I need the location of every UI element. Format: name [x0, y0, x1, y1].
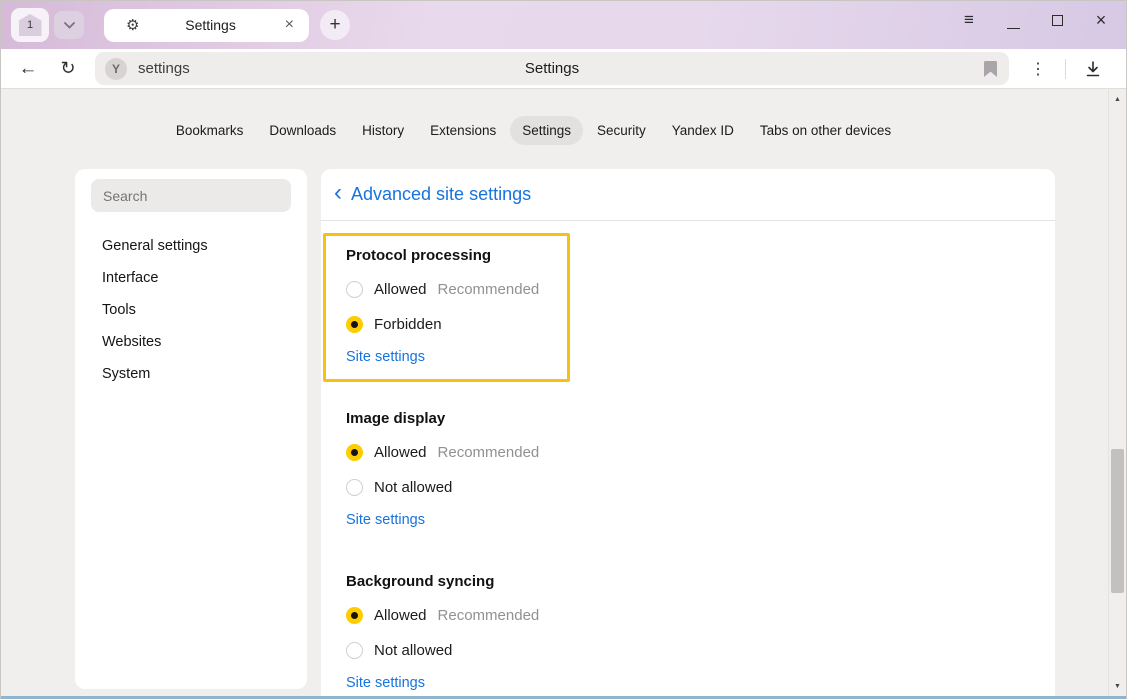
- section-background-syncing: Background syncing Allowed Recommended N…: [346, 573, 1055, 692]
- browser-menu-icon[interactable]: ≡: [960, 11, 978, 29]
- browser-tab-settings[interactable]: ⚙ Settings ×: [104, 9, 309, 42]
- close-window-icon[interactable]: ×: [1092, 11, 1110, 29]
- nav-tab-tabs-on-other-devices[interactable]: Tabs on other devices: [748, 116, 903, 145]
- radio-option-allowed[interactable]: Allowed Recommended: [346, 279, 553, 299]
- tab-count-label: 1: [27, 19, 33, 31]
- tab-count-shield-icon: 1: [19, 14, 42, 36]
- radio-forbidden-selected[interactable]: [346, 316, 363, 333]
- nav-tab-downloads[interactable]: Downloads: [257, 116, 348, 145]
- radio-option-label: Allowed: [374, 281, 427, 298]
- radio-option-not-allowed[interactable]: Not allowed: [346, 640, 1055, 660]
- recommended-badge: Recommended: [438, 281, 540, 298]
- settings-sections: Protocol processing Allowed Recommended …: [321, 221, 1055, 692]
- radio-allowed[interactable]: [346, 281, 363, 298]
- section-title: Background syncing: [346, 573, 1055, 590]
- scrollbar-thumb[interactable]: [1111, 449, 1124, 593]
- address-bar[interactable]: Y settings Settings: [95, 52, 1009, 85]
- radio-option-allowed[interactable]: Allowed Recommended: [346, 442, 1055, 462]
- section-title: Image display: [346, 410, 1055, 427]
- gear-icon: ⚙: [126, 16, 139, 34]
- radio-allowed-selected[interactable]: [346, 607, 363, 624]
- toolbar: ← ↻ Y settings Settings ⋮: [1, 49, 1126, 89]
- section-image-display: Image display Allowed Recommended Not al…: [346, 410, 1055, 529]
- radio-option-allowed[interactable]: Allowed Recommended: [346, 605, 1055, 625]
- sidebar-items: General settingsInterfaceToolsWebsitesSy…: [75, 230, 307, 390]
- url-text: settings: [138, 60, 190, 77]
- radio-not-allowed[interactable]: [346, 642, 363, 659]
- tab-close-icon[interactable]: ×: [282, 16, 297, 34]
- download-icon[interactable]: [1078, 54, 1108, 84]
- nav-tab-extensions[interactable]: Extensions: [418, 116, 508, 145]
- new-tab-button[interactable]: +: [320, 10, 350, 40]
- settings-page: BookmarksDownloadsHistoryExtensionsSetti…: [1, 90, 1126, 699]
- nav-tab-settings[interactable]: Settings: [510, 116, 583, 145]
- radio-option-forbidden[interactable]: Forbidden: [346, 314, 553, 334]
- nav-tab-bookmarks[interactable]: Bookmarks: [164, 116, 256, 145]
- tab-title: Settings: [139, 17, 281, 33]
- radio-option-not-allowed[interactable]: Not allowed: [346, 477, 1055, 497]
- settings-nav-tabs: BookmarksDownloadsHistoryExtensionsSetti…: [1, 116, 1066, 145]
- maximize-icon[interactable]: [1048, 11, 1066, 29]
- vertical-scrollbar[interactable]: ▲ ▼: [1108, 90, 1126, 696]
- minimize-icon[interactable]: [1004, 11, 1022, 29]
- recommended-badge: Recommended: [438, 444, 540, 461]
- window-controls: ≡ ×: [960, 9, 1110, 31]
- option-rows: Allowed Recommended Not allowed: [346, 442, 1055, 497]
- radio-option-label: Forbidden: [374, 316, 442, 333]
- sidebar-item-interface[interactable]: Interface: [75, 262, 307, 294]
- nav-tab-history[interactable]: History: [350, 116, 416, 145]
- nav-tab-security[interactable]: Security: [585, 116, 658, 145]
- site-settings-link[interactable]: Site settings: [346, 349, 425, 365]
- scroll-down-icon[interactable]: ▼: [1109, 683, 1126, 690]
- protect-badge-icon[interactable]: Y: [105, 58, 127, 80]
- browser-window: 1 ⚙ Settings × + ≡ × ← ↻ Y settings: [0, 0, 1127, 699]
- reload-icon[interactable]: ↻: [53, 54, 83, 84]
- recommended-badge: Recommended: [438, 607, 540, 624]
- radio-option-label: Allowed: [374, 444, 427, 461]
- radio-option-label: Not allowed: [374, 642, 452, 659]
- toolbar-divider: [1065, 59, 1066, 79]
- back-icon[interactable]: ←: [13, 54, 43, 84]
- scroll-up-icon[interactable]: ▲: [1109, 96, 1126, 103]
- section-title: Protocol processing: [346, 247, 553, 264]
- plus-icon: +: [329, 14, 340, 36]
- advanced-settings-header[interactable]: ‹ Advanced site settings: [321, 169, 1055, 221]
- sidebar-item-general-settings[interactable]: General settings: [75, 230, 307, 262]
- settings-sidebar: General settingsInterfaceToolsWebsitesSy…: [75, 169, 307, 689]
- option-rows: Allowed Recommended Not allowed: [346, 605, 1055, 660]
- address-bar-page-title: Settings: [95, 60, 1009, 77]
- section-protocol-processing: Protocol processing Allowed Recommended …: [323, 233, 570, 382]
- sidebar-item-websites[interactable]: Websites: [75, 326, 307, 358]
- page-title: Advanced site settings: [351, 184, 531, 205]
- kebab-menu-icon[interactable]: ⋮: [1023, 54, 1053, 84]
- option-rows: Allowed Recommended Forbidden: [346, 279, 553, 334]
- search-input[interactable]: [103, 188, 279, 204]
- main-panel: ‹ Advanced site settings Protocol proces…: [321, 169, 1055, 699]
- sidebar-item-system[interactable]: System: [75, 358, 307, 390]
- chevron-down-icon: [64, 22, 75, 29]
- bookmark-icon[interactable]: [984, 61, 997, 77]
- tab-strip: 1 ⚙ Settings × + ≡ ×: [1, 1, 1126, 49]
- radio-not-allowed[interactable]: [346, 479, 363, 496]
- site-settings-link[interactable]: Site settings: [346, 675, 425, 691]
- radio-option-label: Not allowed: [374, 479, 452, 496]
- tab-count-button[interactable]: 1: [11, 8, 49, 42]
- tab-list-chevron-button[interactable]: [54, 11, 84, 39]
- radio-allowed-selected[interactable]: [346, 444, 363, 461]
- site-settings-link[interactable]: Site settings: [346, 512, 425, 528]
- sidebar-item-tools[interactable]: Tools: [75, 294, 307, 326]
- nav-tab-yandex-id[interactable]: Yandex ID: [660, 116, 746, 145]
- back-chevron-icon[interactable]: ‹: [334, 181, 342, 205]
- radio-option-label: Allowed: [374, 607, 427, 624]
- search-box[interactable]: [91, 179, 291, 212]
